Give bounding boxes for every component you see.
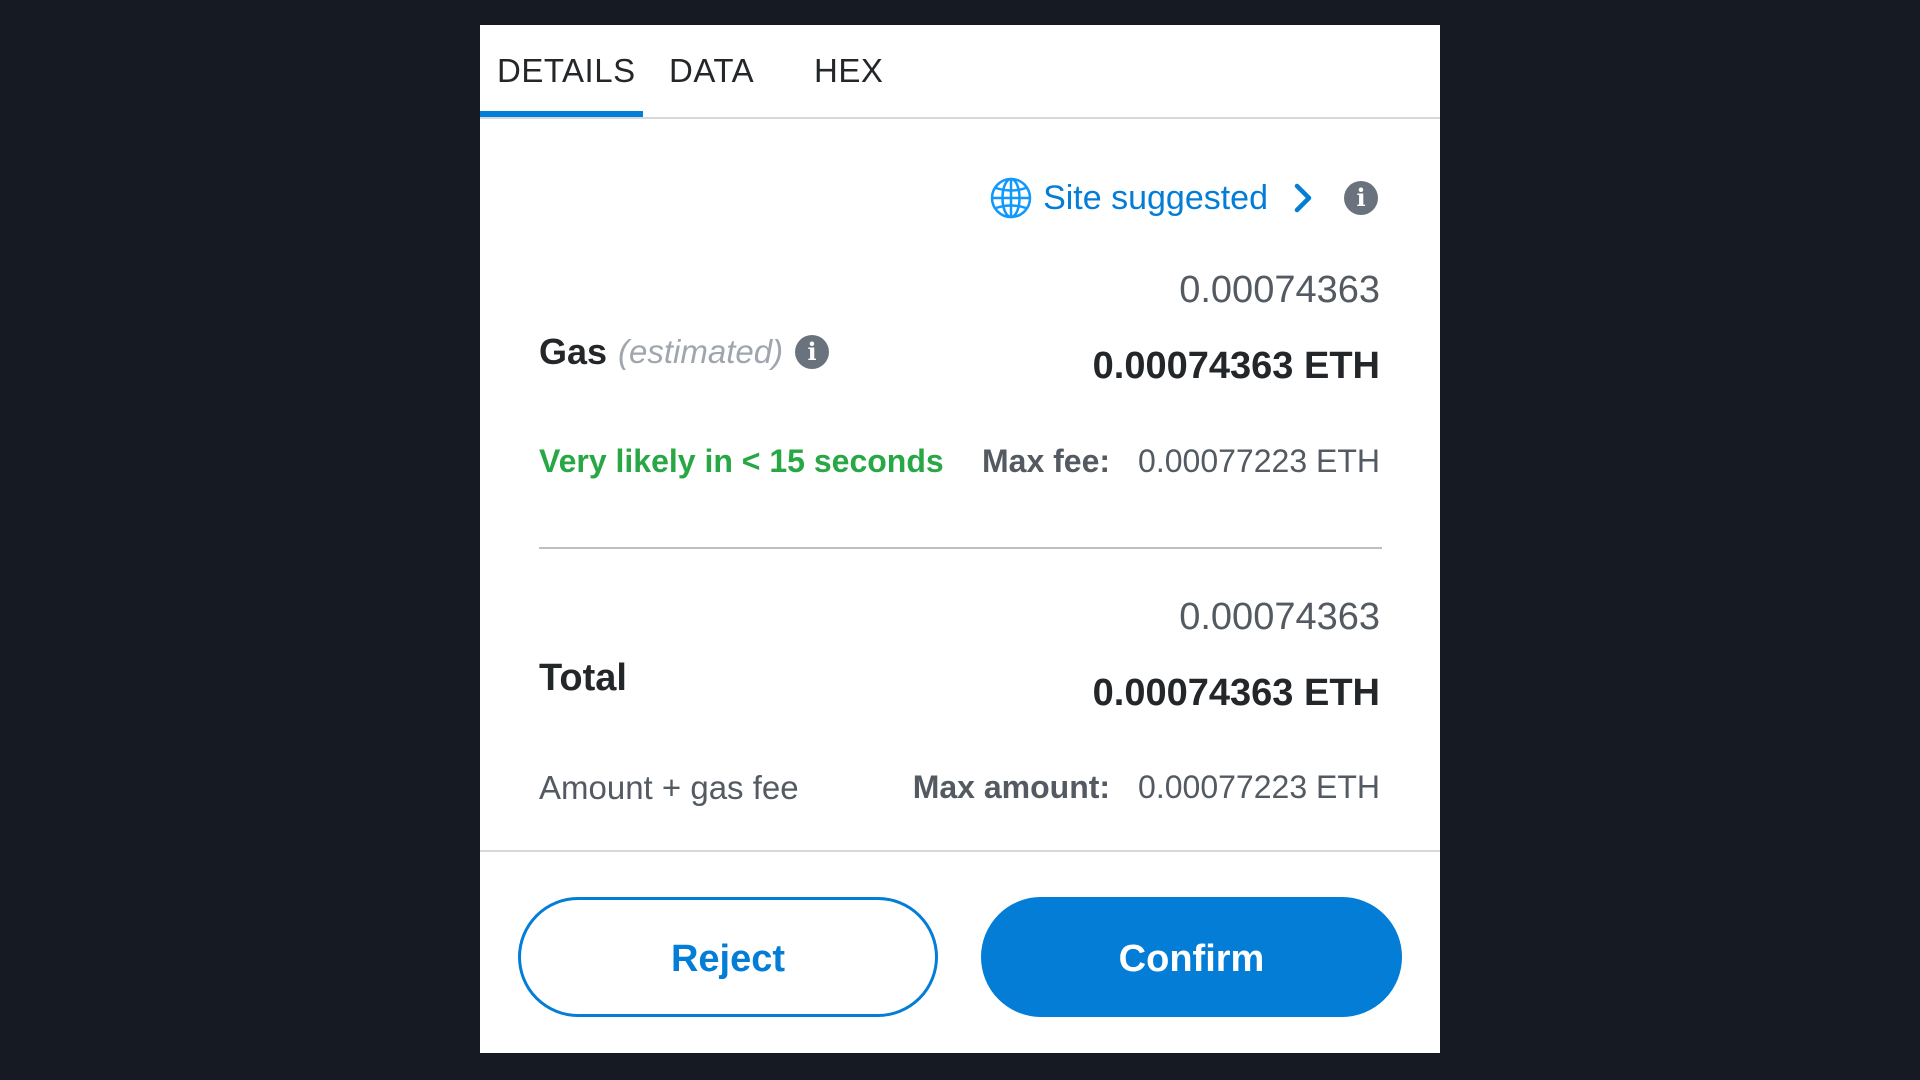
max-amount-line: Max amount: 0.00077223 ETH [913,769,1380,806]
gas-label-group: Gas (estimated) i [539,331,830,373]
info-icon[interactable]: i [795,335,830,369]
gas-source-row: Site suggested i [989,173,1378,223]
max-fee-value: 0.00077223 ETH [1138,443,1380,479]
max-amount-value: 0.00077223 ETH [1138,769,1380,805]
chevron-right-icon [1294,183,1312,213]
total-amount-eth: 0.00074363 ETH [1092,672,1380,714]
gas-amount-eth: 0.00074363 ETH [1092,345,1380,387]
gas-estimated-label: (estimated) [618,333,784,370]
confirm-button[interactable]: Confirm [981,897,1402,1017]
tab-data[interactable]: DATA [669,25,754,117]
globe-icon [990,177,1032,219]
tab-hex[interactable]: HEX [814,25,883,117]
max-amount-label: Max amount: [912,769,1111,805]
reject-button[interactable]: Reject [518,897,938,1017]
tab-bar: DETAILS DATA HEX [480,25,1440,119]
gas-amount: 0.00074363 [1179,269,1380,311]
total-subtitle: Amount + gas fee [539,769,799,806]
site-suggested-label: Site suggested [1043,178,1268,217]
gas-timing-estimate: Very likely in < 15 seconds [539,443,944,479]
info-icon[interactable]: i [1344,181,1378,215]
max-fee-label: Max fee: [982,443,1111,479]
transaction-confirmation-panel: DETAILS DATA HEX Site suggested i Gas (e… [480,25,1440,1053]
total-amount: 0.00074363 [1179,596,1380,638]
total-title: Total [539,657,627,699]
footer-divider [480,850,1440,852]
max-fee-line: Max fee: 0.00077223 ETH [982,443,1380,480]
site-suggested-link[interactable]: Site suggested [989,176,1314,220]
tab-details[interactable]: DETAILS [497,25,636,117]
section-divider [539,547,1382,549]
active-tab-indicator [480,111,643,117]
gas-title: Gas [539,331,608,372]
